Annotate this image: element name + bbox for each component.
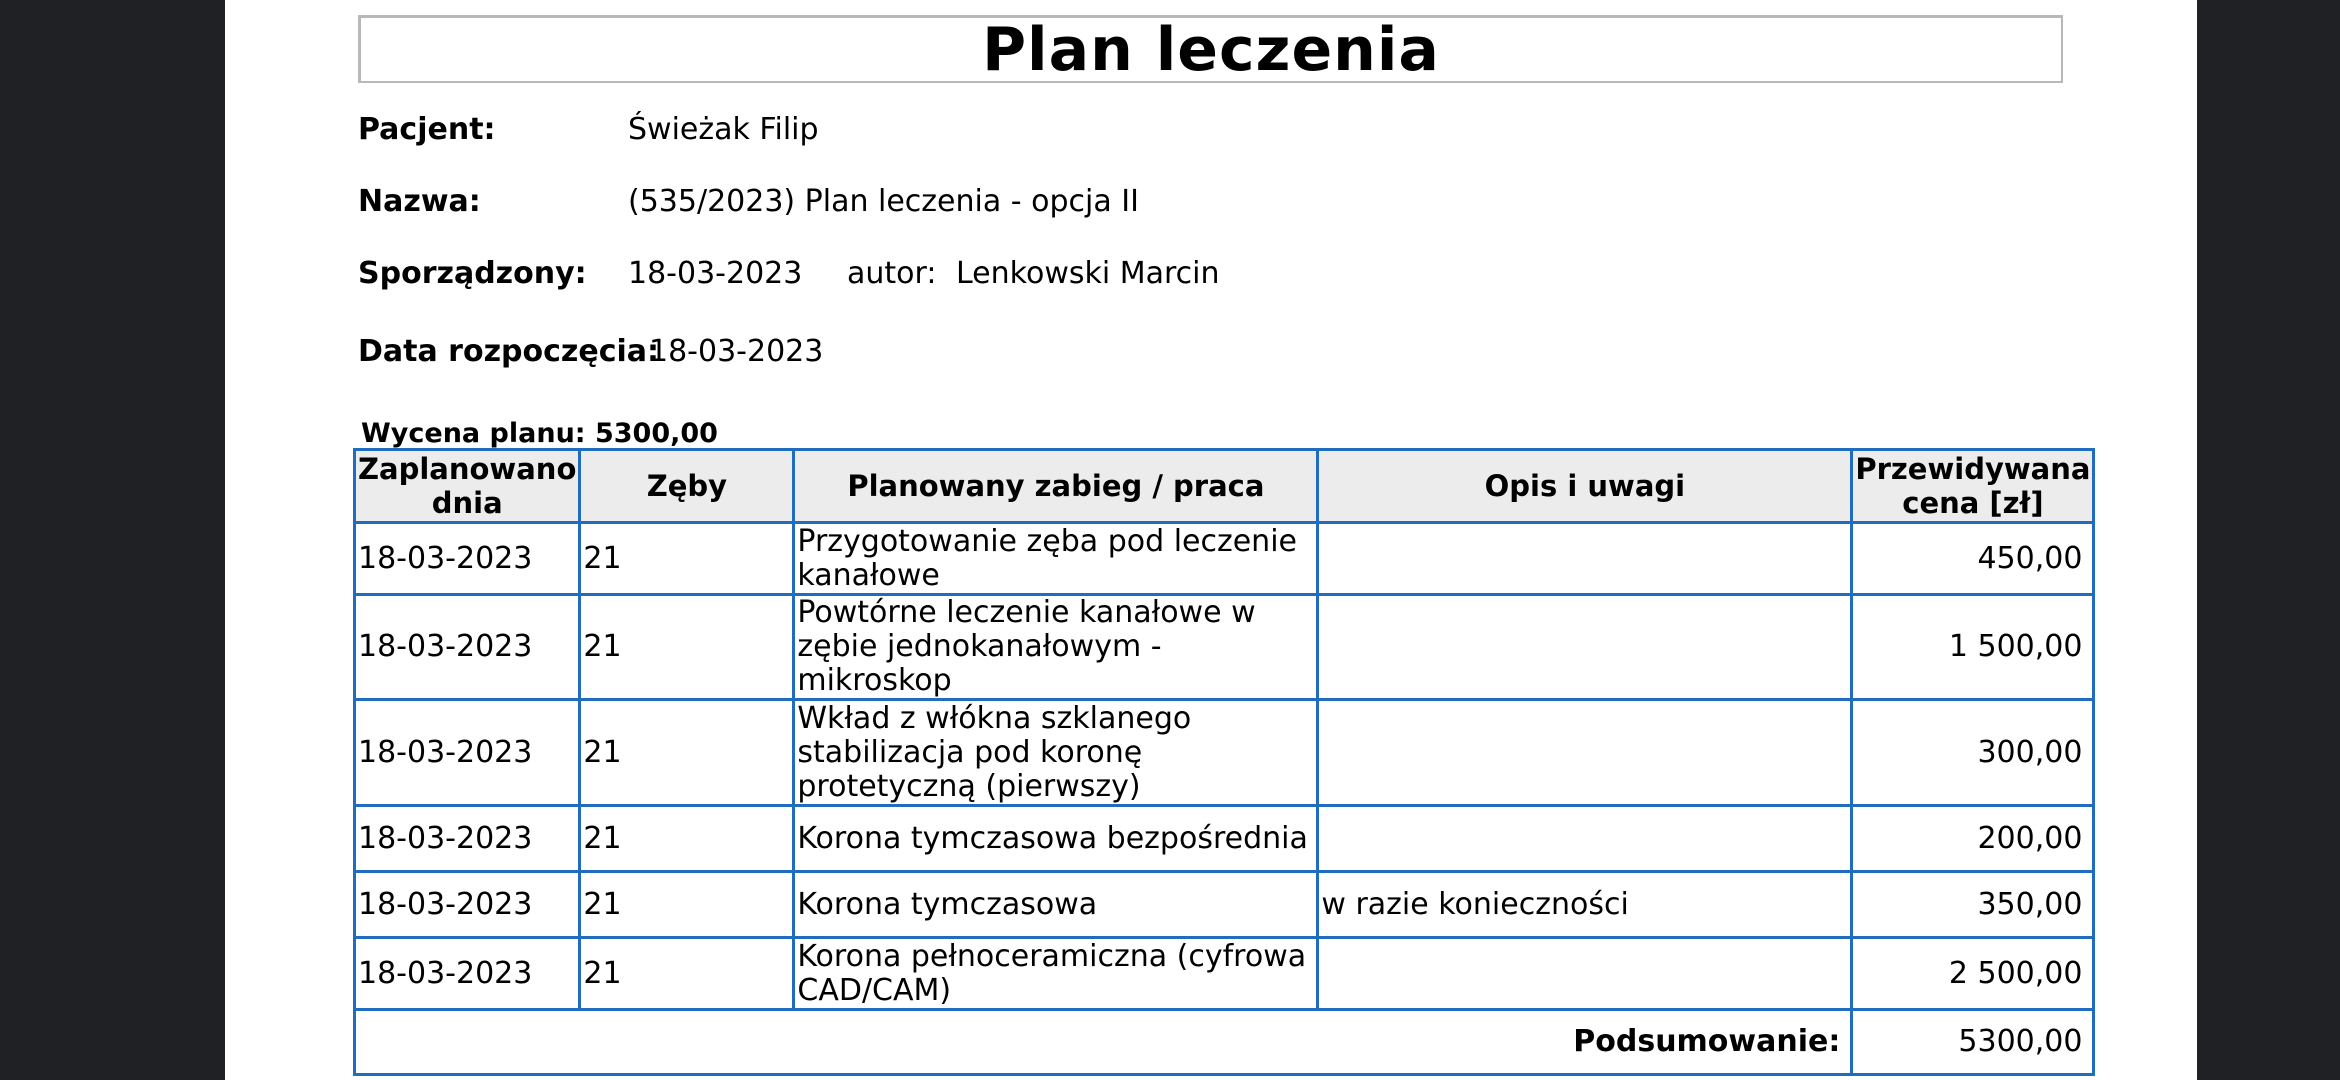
row-date: 18-03-2023 [352, 521, 582, 596]
created-label: Sporządzony: [358, 256, 587, 291]
header-teeth: Zęby [578, 448, 796, 524]
author-value: Lenkowski Marcin [956, 256, 1220, 291]
row-notes [1316, 804, 1854, 873]
row-price: 2 500,00 [1850, 936, 2096, 1011]
document-title: Plan leczenia [982, 14, 1440, 85]
plan-valuation: Wycena planu: 5300,00 [361, 418, 718, 449]
row-tooth: 21 [578, 698, 796, 807]
row-date: 18-03-2023 [352, 698, 582, 807]
row-procedure: Powtórne leczenie kanałowe w zębie jedno… [792, 593, 1320, 701]
table-row: 18-03-2023 21 Korona tymczasowa bezpośre… [352, 804, 2096, 873]
row-notes [1316, 698, 1854, 807]
patient-value: Świeżak Filip [628, 112, 819, 147]
row-tooth: 21 [578, 593, 796, 701]
table-row: 18-03-2023 21 Korona pełnoceramiczna (cy… [352, 936, 2096, 1011]
summary-value: 5300,00 [1850, 1008, 2096, 1076]
row-procedure: Korona tymczasowa [792, 870, 1320, 939]
header-date: Zaplanowano dnia [352, 448, 582, 524]
row-date: 18-03-2023 [352, 804, 582, 873]
row-tooth: 21 [578, 804, 796, 873]
row-price: 450,00 [1850, 521, 2096, 596]
row-price: 350,00 [1850, 870, 2096, 939]
row-notes: w razie konieczności [1316, 870, 1854, 939]
table-header-row: Zaplanowano dnia Zęby Planowany zabieg /… [352, 448, 2096, 524]
row-tooth: 21 [578, 936, 796, 1011]
row-tooth: 21 [578, 870, 796, 939]
summary-row: Podsumowanie: 5300,00 [352, 1008, 2096, 1076]
table-row: 18-03-2023 21 Wkład z włókna szklanego s… [352, 698, 2096, 807]
name-label: Nazwa: [358, 184, 481, 219]
row-date: 18-03-2023 [352, 870, 582, 939]
row-notes [1316, 521, 1854, 596]
name-value: (535/2023) Plan leczenia - opcja II [628, 184, 1139, 219]
row-tooth: 21 [578, 521, 796, 596]
title-box: Plan leczenia [358, 14, 2063, 85]
created-date: 18-03-2023 [628, 256, 803, 291]
patient-label: Pacjent: [358, 112, 496, 147]
row-price: 200,00 [1850, 804, 2096, 873]
table-row: 18-03-2023 21 Korona tymczasowa w razie … [352, 870, 2096, 939]
row-procedure: Przygotowanie zęba pod leczenie kanałowe [792, 521, 1320, 596]
row-procedure: Wkład z włókna szklanego stabilizacja po… [792, 698, 1320, 807]
row-notes [1316, 936, 1854, 1011]
row-price: 1 500,00 [1850, 593, 2096, 701]
row-procedure: Korona tymczasowa bezpośrednia [792, 804, 1320, 873]
row-notes [1316, 593, 1854, 701]
row-date: 18-03-2023 [352, 936, 582, 1011]
start-date-label: Data rozpoczęcia: [358, 334, 660, 369]
author-label: autor: [847, 256, 937, 291]
document-page: Plan leczenia Pacjent: Świeżak Filip Naz… [225, 0, 2197, 1080]
header-procedure: Planowany zabieg / praca [792, 448, 1320, 524]
summary-label: Podsumowanie: [352, 1008, 1854, 1076]
table-row: 18-03-2023 21 Powtórne leczenie kanałowe… [352, 593, 2096, 701]
start-date-value: 18-03-2023 [649, 334, 824, 369]
header-notes: Opis i uwagi [1316, 448, 1854, 524]
table-row: 18-03-2023 21 Przygotowanie zęba pod lec… [352, 521, 2096, 596]
row-procedure: Korona pełnoceramiczna (cyfrowa CAD/CAM) [792, 936, 1320, 1011]
treatment-plan-table: Zaplanowano dnia Zęby Planowany zabieg /… [352, 448, 2096, 1076]
row-price: 300,00 [1850, 698, 2096, 807]
row-date: 18-03-2023 [352, 593, 582, 701]
header-price: Przewidywana cena [zł] [1850, 448, 2096, 524]
